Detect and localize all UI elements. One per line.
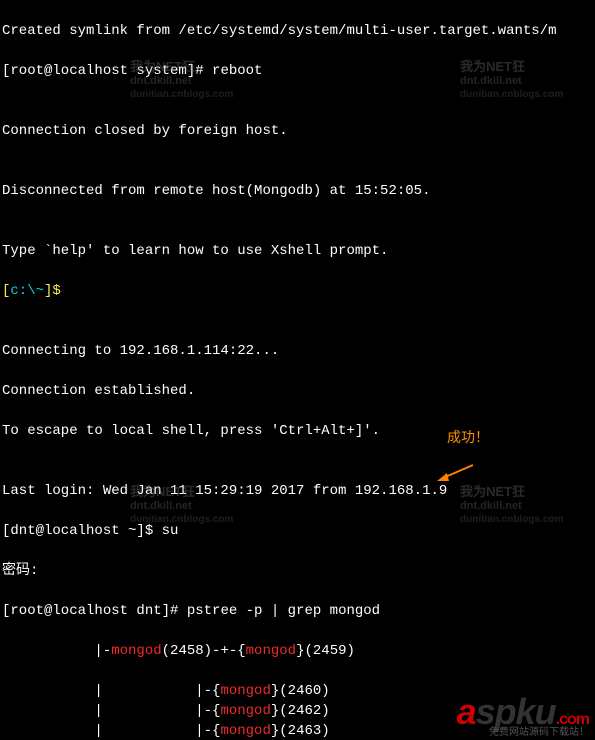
- pid: 2460: [288, 683, 322, 699]
- success-annotation: 成功！: [447, 427, 489, 447]
- prompt-root-system: [root@localhost system]#: [2, 63, 212, 79]
- match-mongod: mongod: [220, 703, 270, 719]
- pid: 2459: [313, 643, 347, 659]
- logo-a: a: [457, 691, 476, 732]
- logo-com: .com: [556, 711, 589, 728]
- dollar: $: [52, 283, 69, 299]
- line-conn-closed: Connection closed by foreign host.: [2, 121, 593, 141]
- line-escape: To escape to local shell, press 'Ctrl+Al…: [2, 421, 593, 441]
- line-reboot: [root@localhost system]# reboot: [2, 61, 593, 81]
- c-path: c:\~: [10, 283, 44, 299]
- pid: 2463: [288, 723, 322, 739]
- line-passwd: 密码:: [2, 561, 593, 581]
- line-top-cut: Created symlink from /etc/systemd/system…: [2, 21, 593, 41]
- cmd-pstree: pstree -p | grep mongod: [187, 603, 380, 619]
- match-mongod: mongod: [246, 643, 296, 659]
- prompt-dnt: [dnt@localhost ~]$: [2, 523, 162, 539]
- line-pstree: [root@localhost dnt]# pstree -p | grep m…: [2, 601, 593, 621]
- cmd-su: su: [162, 523, 179, 539]
- line-last-login: Last login: Wed Jan 11 15:29:19 2017 fro…: [2, 481, 593, 501]
- line-type-help: Type `help' to learn how to use Xshell p…: [2, 241, 593, 261]
- pid: 2462: [288, 703, 322, 719]
- line-disconnected: Disconnected from remote host(Mongodb) a…: [2, 181, 593, 201]
- logo-spku: spku: [476, 691, 556, 732]
- line-su: [dnt@localhost ~]$ su: [2, 521, 593, 541]
- line-connecting: Connecting to 192.168.1.114:22...: [2, 341, 593, 361]
- prompt-root-dnt: [root@localhost dnt]#: [2, 603, 187, 619]
- terminal[interactable]: Created symlink from /etc/systemd/system…: [0, 0, 595, 740]
- match-mongod: mongod: [220, 723, 270, 739]
- line-conn-est: Connection established.: [2, 381, 593, 401]
- match-mongod: mongod: [111, 643, 161, 659]
- line-cprompt: [c:\~]$: [2, 281, 593, 301]
- cmd-reboot: reboot: [212, 63, 262, 79]
- match-mongod: mongod: [220, 683, 270, 699]
- tree-first: |-mongod(2458)-+-{mongod}(2459): [2, 641, 593, 661]
- aspku-logo: aspku.com 免费网站源码下载站！: [457, 694, 589, 738]
